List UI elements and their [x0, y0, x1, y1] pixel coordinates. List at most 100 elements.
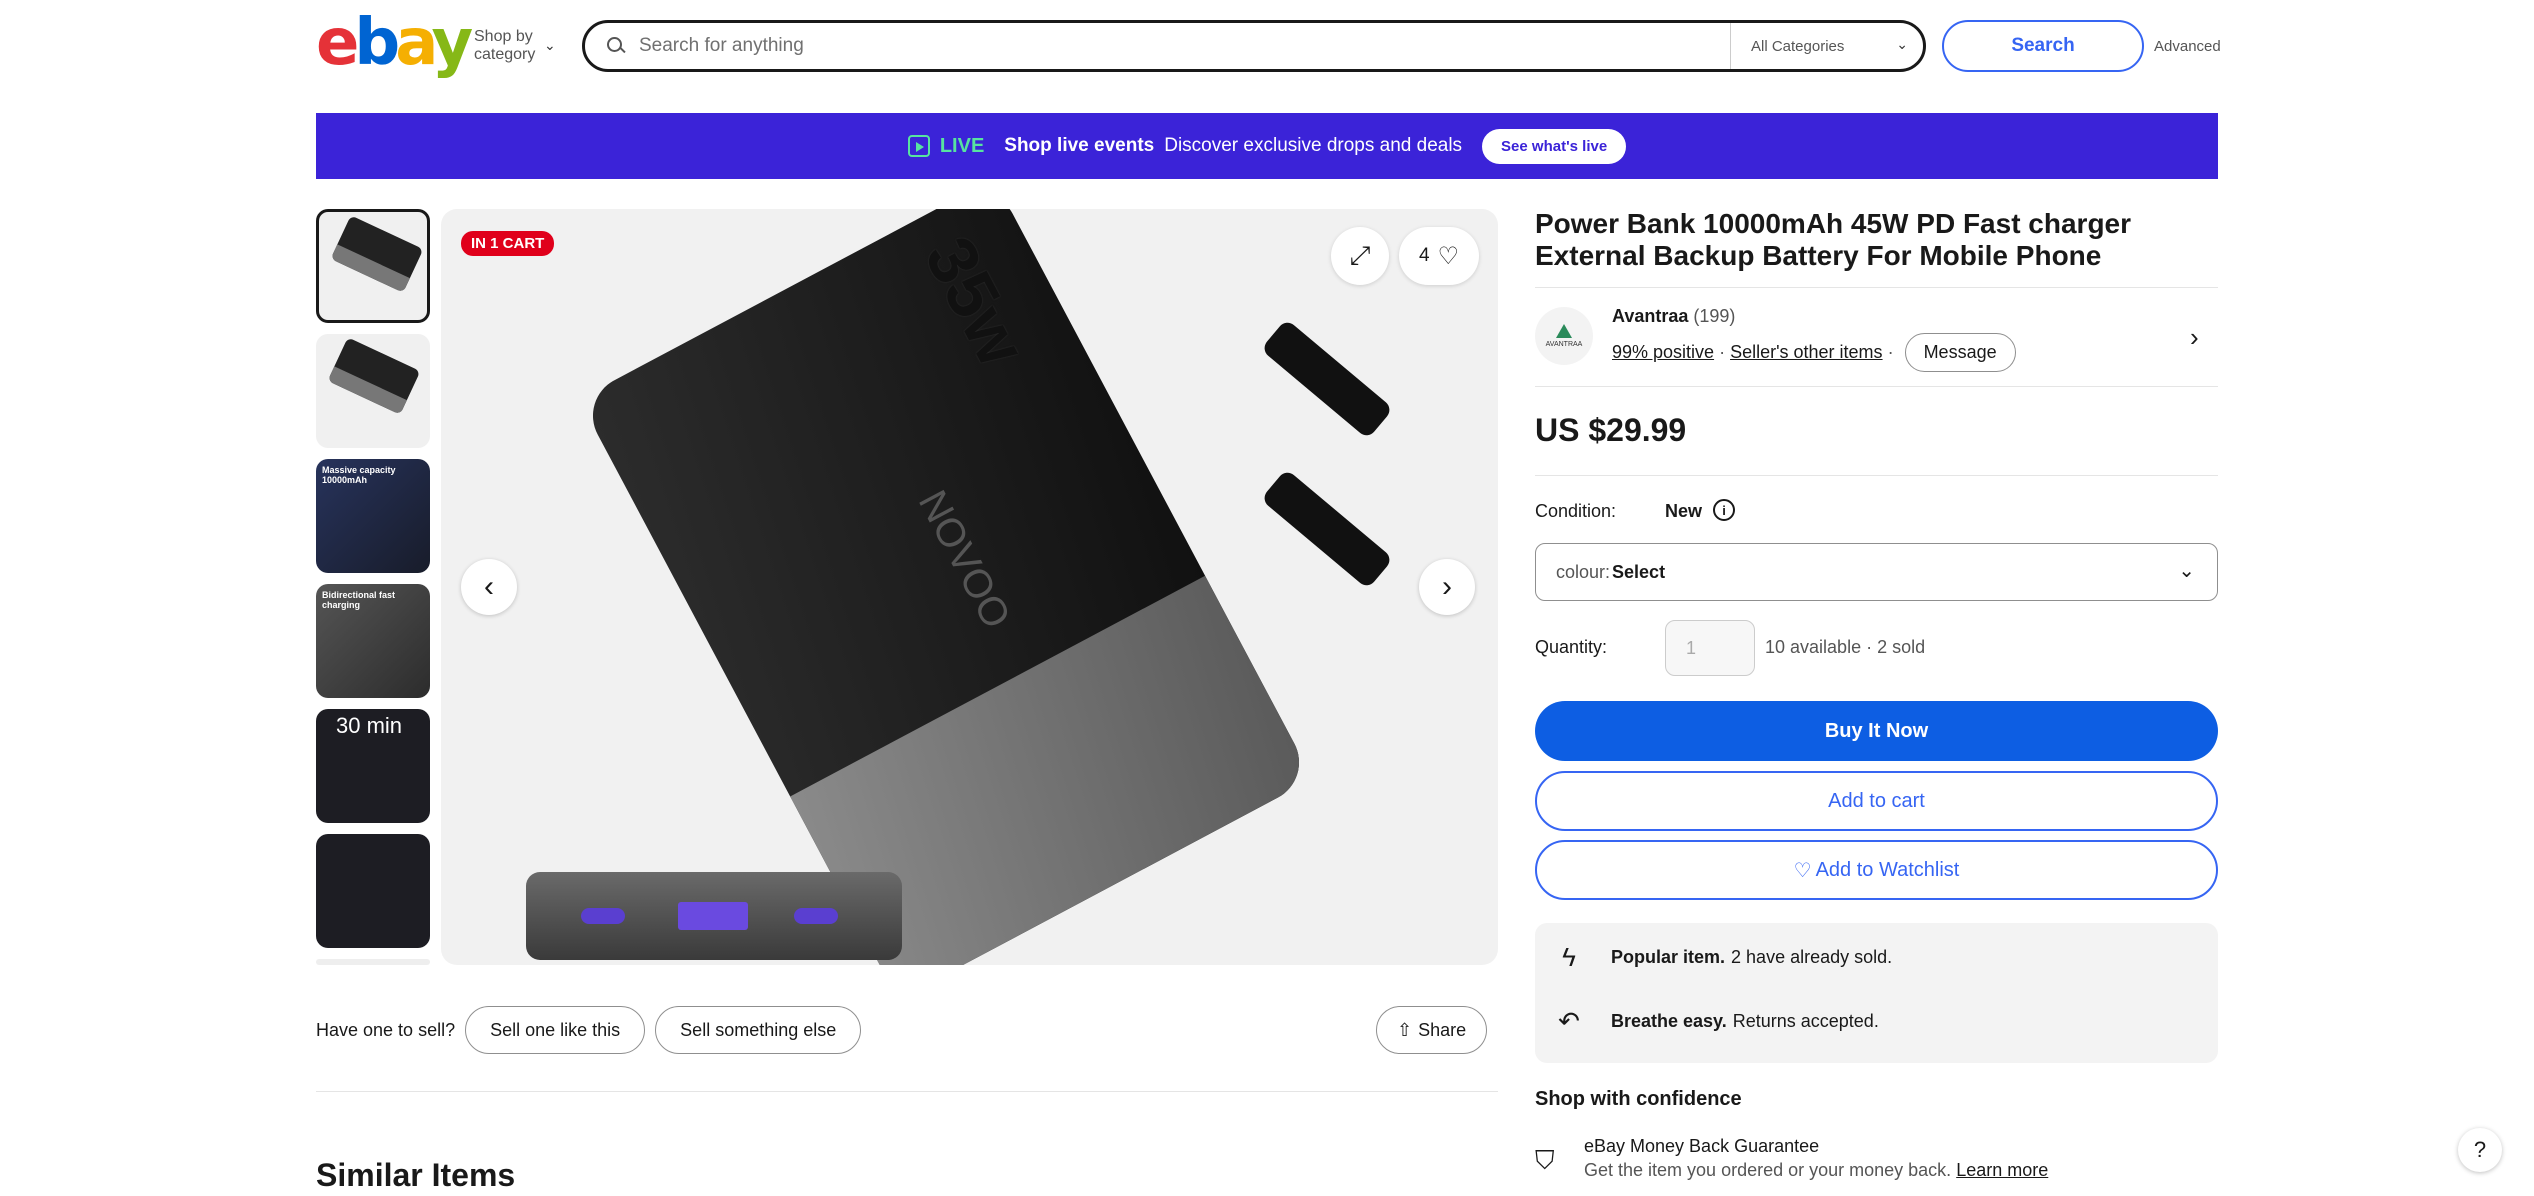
thumbnail-caption: Massive capacity 10000mAh — [322, 465, 396, 485]
add-to-cart-button[interactable]: Add to cart — [1535, 771, 2218, 831]
live-events-banner[interactable]: LIVE Shop live events Discover exclusive… — [316, 113, 2218, 179]
thumbnail-4[interactable]: Bidirectional fast charging — [316, 584, 430, 698]
search-input[interactable] — [639, 35, 1679, 57]
sell-row: Have one to sell? Sell one like this Sel… — [316, 1006, 862, 1054]
thumbnail-caption: Bidirectional fast charging — [322, 590, 396, 610]
shop-with-confidence-heading: Shop with confidence — [1535, 1088, 1742, 1110]
seller-links: 99% positive · Seller's other items · Me… — [1612, 333, 2016, 372]
logo-letter: e — [316, 6, 359, 80]
logo-letter: b — [354, 6, 400, 80]
share-icon: ⇧ — [1397, 1019, 1413, 1040]
money-back-guarantee-title: eBay Money Back Guarantee — [1584, 1136, 1820, 1156]
next-image-button[interactable]: › — [1419, 559, 1475, 615]
thumbnail-1[interactable] — [316, 209, 430, 323]
colour-label: colour: — [1556, 561, 1611, 582]
advanced-search-link[interactable]: Advanced — [2154, 38, 2221, 55]
add-to-watchlist-button[interactable]: ♡ Add to Watchlist — [1535, 840, 2218, 900]
search-button[interactable]: Search — [1942, 20, 2144, 72]
expand-icon[interactable]: ⤢ — [1331, 227, 1389, 285]
divider — [316, 1091, 1498, 1092]
thumbnail-6[interactable] — [316, 834, 430, 948]
add-to-watchlist-label: Add to Watchlist — [1815, 858, 1960, 881]
info-icon[interactable]: i — [1713, 499, 1735, 521]
power-bank-side-view — [526, 872, 902, 960]
usb-c-cable — [1260, 318, 1394, 440]
sell-one-like-this-button[interactable]: Sell one like this — [465, 1006, 646, 1054]
usb-c-port — [794, 908, 838, 924]
ebay-logo[interactable]: ebay — [316, 11, 473, 75]
share-pill: ⇧ Share — [1376, 1006, 1488, 1054]
seller-name[interactable]: Avantraa (199) — [1612, 306, 1735, 327]
divider — [1535, 475, 2218, 476]
watchlist-toggle[interactable]: 4 ♡ — [1399, 227, 1479, 285]
buy-it-now-button[interactable]: Buy It Now — [1535, 701, 2218, 761]
returns-row: ↶ Breathe easy. Returns accepted. — [1535, 1005, 1879, 1036]
thumbnail-5[interactable]: 30 min — [316, 709, 430, 823]
popular-item-row: ϟ Popular item. 2 have already sold. — [1535, 941, 1892, 972]
usb-a-port — [678, 902, 748, 930]
seller-other-items-link[interactable]: Seller's other items — [1730, 342, 1883, 363]
search-bar: All Categories ⌄ — [582, 20, 1926, 72]
returns-bold: Breathe easy. — [1611, 1010, 1727, 1031]
live-label: LIVE — [939, 134, 985, 157]
divider — [1535, 386, 2218, 387]
return-arrow-icon: ↶ — [1558, 1005, 1580, 1036]
live-play-icon — [907, 135, 930, 157]
chevron-down-icon: ⌄ — [1896, 36, 1908, 52]
learn-more-link[interactable]: Learn more — [1956, 1160, 2048, 1180]
returns-text: Returns accepted. — [1732, 1010, 1879, 1031]
search-icon — [605, 35, 627, 57]
lightning-icon: ϟ — [1562, 941, 1576, 972]
thumbnail-7-partial[interactable] — [316, 959, 430, 965]
chevron-right-icon[interactable]: › — [2190, 322, 2199, 353]
live-events-label: Shop live events — [1004, 135, 1155, 156]
quantity-input[interactable]: 1 — [1665, 620, 1755, 676]
logo-letter: a — [395, 6, 436, 80]
seller-logo-icon — [1556, 324, 1572, 338]
heart-icon: ♡ — [1437, 242, 1460, 270]
seller-name-text: Avantraa — [1612, 306, 1689, 326]
see-whats-live-button[interactable]: See what's live — [1482, 128, 1627, 164]
logo-letter: y — [431, 6, 473, 80]
previous-image-button[interactable]: ‹ — [461, 559, 517, 615]
guarantee-description: Get the item you ordered or your money b… — [1584, 1160, 1952, 1180]
condition-label: Condition: — [1535, 501, 1617, 521]
message-seller-button[interactable]: Message — [1904, 333, 2016, 372]
availability-text: 10 available · 2 sold — [1765, 637, 1926, 657]
thumbnail-3[interactable]: Massive capacity 10000mAh — [316, 459, 430, 573]
separator-dot: · — [1719, 342, 1726, 362]
power-bank-image: NOVOO 35w — [578, 209, 1314, 965]
help-button[interactable]: ? — [2458, 1128, 2502, 1172]
seller-avatar[interactable]: AVANTRAA — [1535, 307, 1593, 365]
usb-c-cable — [1260, 468, 1394, 590]
shop-by-category-button[interactable]: Shop by category ⌄ — [474, 28, 556, 64]
seller-feedback-count: (199) — [1693, 306, 1736, 326]
thumbnail-caption: 30 min — [336, 713, 403, 738]
share-button[interactable]: ⇧ Share — [1376, 1006, 1488, 1054]
main-product-image[interactable]: NOVOO 35w IN 1 CART ⤢ 4 ♡ ‹ › — [441, 209, 1498, 965]
thumbnail-strip: Massive capacity 10000mAh Bidirectional … — [316, 209, 432, 965]
heart-icon: ♡ — [1793, 859, 1812, 882]
seller-logo-text: AVANTRAA — [1545, 341, 1583, 348]
popular-item-bold: Popular item. — [1611, 946, 1726, 967]
thumbnail-image — [327, 337, 421, 415]
money-back-guarantee-text: Get the item you ordered or your money b… — [1584, 1160, 2048, 1181]
live-events-description: Discover exclusive drops and deals — [1164, 135, 1463, 156]
similar-items-heading: Similar Items — [316, 1157, 516, 1193]
power-bank-wattage: 35w — [910, 224, 1042, 379]
share-label: Share — [1418, 1019, 1467, 1040]
condition-value: New — [1665, 501, 1703, 521]
sell-something-else-button[interactable]: Sell something else — [655, 1006, 862, 1054]
shop-by-category-label: Shop by category — [474, 28, 536, 63]
watch-count: 4 — [1418, 245, 1430, 266]
power-bank-brand: NOVOO — [909, 483, 1019, 636]
colour-select[interactable]: colour: Select ⌄ — [1535, 543, 2218, 601]
thumbnail-2[interactable] — [316, 334, 430, 448]
category-select[interactable]: All Categories ⌄ — [1730, 23, 1926, 69]
shield-check-icon: ⛉ — [1535, 1145, 1555, 1175]
seller-feedback-link[interactable]: 99% positive — [1612, 342, 1714, 363]
chevron-down-icon: ⌄ — [2178, 560, 2195, 582]
product-title: Power Bank 10000mAh 45W PD Fast charger … — [1535, 208, 2132, 271]
sell-prompt: Have one to sell? — [316, 1019, 456, 1040]
category-select-label: All Categories — [1751, 37, 1845, 55]
